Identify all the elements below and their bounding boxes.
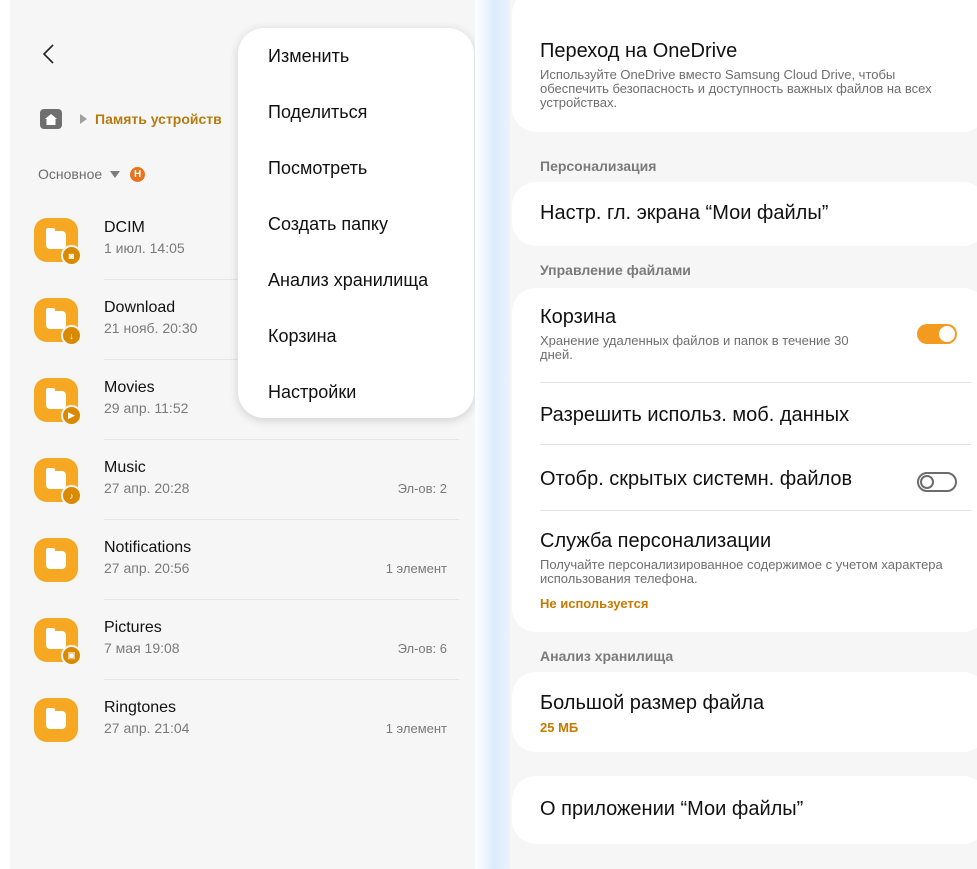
home-settings-title: Настр. гл. экрана “Мои файлы” xyxy=(540,202,829,224)
personalization-service-title: Служба персонализации xyxy=(540,530,772,552)
caret-down-icon xyxy=(110,170,121,178)
breadcrumb: Память устройств xyxy=(40,106,222,132)
home-settings-card[interactable]: Настр. гл. экрана “Мои файлы” xyxy=(512,182,977,246)
music-note-icon: ♪ xyxy=(61,485,82,506)
settings-screen: Переход на OneDrive Используйте OneDrive… xyxy=(510,0,977,869)
new-badge: Н xyxy=(130,166,146,182)
file-name: DCIM xyxy=(104,219,145,236)
folder-icon: ♪ xyxy=(34,458,82,506)
file-date: 21 нояб. 20:30 xyxy=(104,320,198,336)
list-item[interactable]: Ringtones 27 апр. 21:04 1 элемент xyxy=(10,680,475,760)
file-name: Notifications xyxy=(104,539,192,556)
breadcrumb-arrow-icon xyxy=(80,114,87,124)
menu-item-trash[interactable]: Корзина xyxy=(268,326,337,347)
file-name: Music xyxy=(104,459,146,476)
menu-item-create-folder[interactable]: Создать папку xyxy=(268,214,388,235)
download-icon: ↓ xyxy=(61,325,82,346)
file-date: 27 апр. 21:04 xyxy=(104,720,190,736)
camera-icon: ◙ xyxy=(61,245,82,266)
file-name: Download xyxy=(104,299,176,316)
file-date: 7 мая 19:08 xyxy=(104,640,180,656)
mobile-data-setting[interactable]: Разрешить использ. моб. данных xyxy=(540,404,849,427)
trash-title: Корзина xyxy=(540,306,617,328)
onedrive-card[interactable]: Переход на OneDrive Используйте OneDrive… xyxy=(512,0,977,132)
sort-label: Основное xyxy=(38,166,103,182)
home-icon[interactable] xyxy=(40,109,62,129)
about-title: О приложении “Мои файлы” xyxy=(540,798,804,820)
menu-item-share[interactable]: Поделиться xyxy=(268,102,367,123)
file-name: Pictures xyxy=(104,619,162,636)
play-icon: ▶ xyxy=(61,405,82,426)
file-count: Эл-ов: 2 xyxy=(397,481,447,496)
folder-icon xyxy=(34,698,78,742)
file-date: 1 июл. 14:05 xyxy=(104,240,185,256)
section-header-storage: Анализ хранилища xyxy=(540,648,674,664)
section-header-file-management: Управление файлами xyxy=(540,262,691,278)
overflow-menu: Изменить Поделиться Посмотреть Создать п… xyxy=(238,28,474,418)
file-date: 27 апр. 20:28 xyxy=(104,480,190,496)
list-item[interactable]: ♪ Music 27 апр. 20:28 Эл-ов: 2 xyxy=(10,440,475,520)
image-icon: ▣ xyxy=(61,645,82,666)
folder-icon xyxy=(34,538,78,582)
divider xyxy=(540,510,971,511)
onedrive-title: Переход на OneDrive xyxy=(540,40,738,62)
list-item[interactable]: ▣ Pictures 7 мая 19:08 Эл-ов: 6 xyxy=(10,600,475,680)
file-name: Movies xyxy=(104,379,155,396)
folder-icon: ▣ xyxy=(34,618,82,666)
folder-icon: ↓ xyxy=(34,298,82,346)
list-item[interactable]: Notifications 27 апр. 20:56 1 элемент xyxy=(10,520,475,600)
folder-icon: ◙ xyxy=(34,218,82,266)
menu-item-storage-analysis[interactable]: Анализ хранилища xyxy=(268,270,428,291)
sort-selector[interactable]: Основное Н xyxy=(38,166,146,182)
trash-desc: Хранение удаленных файлов и папок в тече… xyxy=(540,333,849,362)
menu-item-view[interactable]: Посмотреть xyxy=(268,158,367,179)
screen-divider xyxy=(475,0,510,869)
personalization-service-status: Не используется xyxy=(540,596,649,611)
divider xyxy=(540,382,971,383)
breadcrumb-path[interactable]: Память устройств xyxy=(95,111,222,127)
menu-item-edit[interactable]: Изменить xyxy=(268,46,349,67)
file-count: Эл-ов: 6 xyxy=(397,641,447,656)
file-date: 29 апр. 11:52 xyxy=(104,400,189,416)
hidden-files-title: Отобр. скрытых системн. файлов xyxy=(540,468,853,490)
back-arrow-icon[interactable] xyxy=(38,42,62,66)
file-count: 1 элемент xyxy=(385,721,447,736)
file-management-card: Корзина Хранение удаленных файлов и папо… xyxy=(512,288,977,632)
file-date: 27 апр. 20:56 xyxy=(104,560,190,576)
section-header-personalization: Персонализация xyxy=(540,158,657,174)
about-card[interactable]: О приложении “Мои файлы” xyxy=(512,776,977,844)
file-count: 1 элемент xyxy=(385,561,447,576)
file-name: Ringtones xyxy=(104,699,177,716)
large-file-card[interactable]: Большой размер файла 25 МБ xyxy=(512,672,977,752)
trash-toggle[interactable] xyxy=(917,324,957,344)
onedrive-desc: Используйте OneDrive вместо Samsung Clou… xyxy=(540,67,932,110)
hidden-files-toggle[interactable] xyxy=(917,472,957,492)
menu-item-settings[interactable]: Настройки xyxy=(268,382,356,403)
divider xyxy=(540,444,971,445)
large-file-title: Большой размер файла xyxy=(540,692,765,714)
large-file-value: 25 МБ xyxy=(540,720,579,735)
personalization-service-desc: Получайте персонализированное содержимое… xyxy=(540,557,943,586)
files-screen: Память устройств Основное Н ◙ DCIM 1 июл… xyxy=(10,0,475,869)
folder-icon: ▶ xyxy=(34,378,82,426)
